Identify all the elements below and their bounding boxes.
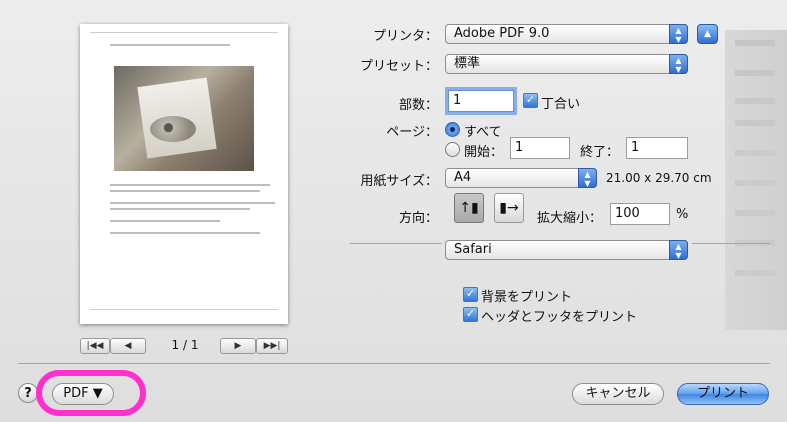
scale-field[interactable]: 100 [610, 203, 670, 225]
background-window-sidebar [725, 30, 787, 330]
pages-from-label: 開始： [464, 145, 504, 160]
preview-pager: |◀◀ ◀ 1 / 1 ▶ ▶▶| [80, 338, 288, 354]
pages-all-radio[interactable] [445, 122, 460, 137]
orientation-label: 方向： [398, 211, 438, 226]
pages-to-field[interactable]: 1 [626, 137, 688, 159]
previous-page-button[interactable]: ◀ [110, 338, 146, 354]
print-backgrounds-label: 背景をプリント [481, 290, 573, 305]
landscape-orientation-button[interactable]: ▮→ [494, 193, 524, 223]
printer-value: Adobe PDF 9.0 [454, 26, 550, 41]
disclosure-triangle-button[interactable]: ▲ [697, 24, 718, 44]
popup-arrows-icon: ▲ ▼ [669, 54, 688, 74]
print-headers-footers-label: ヘッダとフッタをプリント [481, 310, 638, 325]
print-headers-footers-checkbox[interactable]: ✓ [463, 307, 478, 322]
copies-field[interactable]: 1 [448, 90, 514, 112]
first-page-button[interactable]: |◀◀ [80, 338, 110, 354]
pages-all-label: すべて [464, 125, 502, 140]
popup-arrows-icon: ▲ ▼ [578, 168, 597, 188]
print-button[interactable]: プリント [677, 383, 769, 405]
preview-leopard-image [150, 116, 196, 142]
copies-label: 部数： [398, 98, 438, 113]
scale-unit: % [676, 207, 689, 222]
section-divider-left [350, 243, 442, 244]
footer-divider [18, 363, 770, 364]
paper-size-popup[interactable]: A4 ▲ ▼ [445, 168, 597, 188]
printer-label: プリンタ： [372, 29, 438, 44]
print-preview-page [80, 24, 288, 324]
pages-to-label: 終了： [580, 145, 620, 160]
help-button[interactable]: ? [18, 383, 38, 403]
highlight-annotation-circle [36, 370, 146, 416]
pages-from-field[interactable]: 1 [510, 137, 570, 159]
section-popup[interactable]: Safari ▲ ▼ [445, 240, 688, 260]
cancel-button[interactable]: キャンセル [572, 383, 664, 405]
paper-size-label: 用紙サイズ： [360, 174, 438, 189]
popup-arrows-icon: ▲ ▼ [669, 240, 688, 260]
preset-label: プリセット： [359, 59, 438, 74]
pages-label: ページ： [386, 125, 438, 140]
paper-size-value: A4 [454, 170, 472, 185]
preset-popup[interactable]: 標準 ▲ ▼ [445, 54, 688, 74]
printer-popup[interactable]: Adobe PDF 9.0 ▲ ▼ [445, 24, 688, 44]
next-page-button[interactable]: ▶ [220, 338, 256, 354]
last-page-button[interactable]: ▶▶| [256, 338, 288, 354]
landscape-person-icon: ▮→ [499, 200, 519, 216]
paper-dimensions: 21.00 x 29.70 cm [606, 171, 712, 185]
collate-label: 丁合い [541, 97, 581, 112]
preset-value: 標準 [454, 56, 481, 71]
portrait-person-icon: ↑▮ [459, 200, 479, 216]
section-popup-value: Safari [454, 242, 492, 257]
portrait-orientation-button[interactable]: ↑▮ [454, 193, 484, 223]
page-indicator: 1 / 1 [171, 338, 199, 352]
scale-label: 拡大縮小： [537, 211, 603, 226]
pages-range-radio[interactable] [445, 142, 460, 157]
print-backgrounds-checkbox[interactable]: ✓ [463, 287, 478, 302]
popup-arrows-icon: ▲ ▼ [669, 24, 688, 44]
collate-checkbox[interactable]: ✓ [523, 93, 538, 108]
section-divider-right [692, 243, 770, 244]
